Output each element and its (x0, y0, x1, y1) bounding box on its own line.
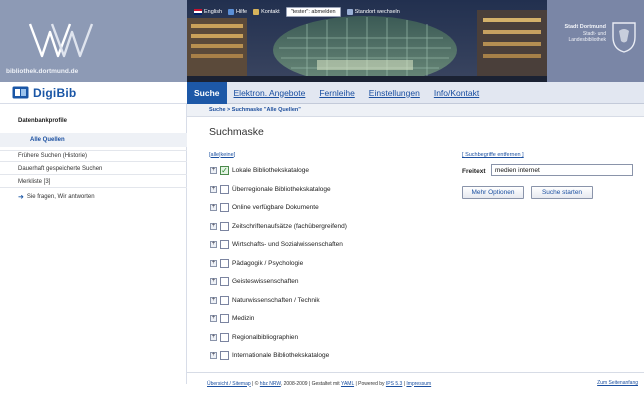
source-label: Naturwissenschaften / Technik (232, 296, 320, 304)
page-footer: Übersicht / Sitemap | © hbz NRW, 2008-20… (187, 372, 644, 394)
select-all-none: [alle|keine] (209, 152, 236, 158)
arrow-right-icon: ➜ (18, 194, 24, 201)
source-label: Internationale Bibliothekskataloge (232, 352, 330, 359)
source-row: + Geisteswissenschaften (210, 275, 298, 288)
help-icon (228, 9, 235, 15)
source-row: + Online verfügbare Dokumente (210, 201, 319, 214)
footer-text: Übersicht / Sitemap | © hbz NRW, 2008-20… (207, 380, 432, 387)
ips-link[interactable]: IPS 5.3 (386, 381, 402, 387)
source-row: + Wirtschafts- und Sozialwissenschaften (210, 238, 343, 251)
sidebar-item-alle-quellen[interactable]: Alle Quellen (0, 133, 187, 147)
source-row: + Pädagogik / Psychologie (210, 257, 303, 270)
source-label: Geisteswissenschaften (232, 278, 299, 285)
source-checkbox[interactable] (220, 314, 229, 323)
source-row: + Naturwissenschaften / Technik (210, 294, 320, 307)
source-label: Medizin (232, 315, 255, 322)
freitext-label: Freitext (462, 168, 486, 175)
tab-elektron-angebote[interactable]: Elektron. Angebote (227, 82, 313, 104)
city-panel: Stadt Dortmund Stadt- und Landesbiblioth… (547, 0, 644, 82)
expand-plus-icon[interactable]: + (210, 222, 217, 230)
library-logo-icon (28, 23, 94, 58)
expand-plus-icon[interactable]: + (210, 185, 217, 193)
brand-url[interactable]: bibliothek.dortmund.de (6, 68, 78, 75)
expand-plus-icon[interactable]: + (210, 241, 217, 248)
contact-link[interactable]: Kontakt (253, 9, 280, 15)
expand-plus-icon[interactable]: + (210, 333, 217, 341)
tab-suche[interactable]: Suche (187, 81, 227, 104)
main-content: Suchmaske [alle|keine] + ✓ Lokale Biblioth… (187, 117, 644, 382)
hbz-link[interactable]: hbz NRW (260, 381, 281, 387)
source-label: Überregionale Bibliothekskataloge (232, 185, 331, 193)
page-header: bibliothek.dortmund.de Stadt Dortmund St… (0, 0, 644, 82)
contact-icon (253, 9, 260, 15)
source-checkbox[interactable] (220, 295, 229, 305)
more-options-button[interactable]: Mehr Optionen (462, 186, 524, 199)
location-icon (346, 9, 353, 15)
tab-einstellungen[interactable]: Einstellungen (362, 82, 427, 104)
tab-fernleihe[interactable]: Fernleihe (312, 82, 361, 104)
start-search-button[interactable]: Suche starten (531, 186, 593, 199)
expand-plus-icon[interactable]: + (210, 278, 217, 285)
logout-button[interactable]: "tester": abmelden (285, 7, 341, 17)
city-crest-icon (612, 22, 636, 53)
breadcrumb: Suche > Suchmaske "Alle Quellen" (187, 104, 644, 117)
app-title: DigiBib (33, 85, 77, 100)
source-label: Online verfügbare Dokumente (232, 204, 319, 211)
expand-plus-icon[interactable]: + (210, 167, 217, 174)
change-location-link[interactable]: Standort wechseln (346, 9, 400, 15)
app-title-bar: DigiBib (0, 82, 187, 104)
digibib-logo-icon (12, 86, 29, 99)
source-checkbox[interactable] (220, 351, 229, 360)
source-label: Zeitschriftenaufsätze (fachübergreifend) (232, 222, 347, 230)
yaml-link[interactable]: YAML (341, 381, 354, 387)
city-name: Stadt Dortmund Stadt- und Landesbiblioth… (564, 24, 606, 43)
sidebar-heading-profiles: Datenbankprofile (18, 118, 68, 124)
source-checkbox[interactable] (220, 221, 229, 231)
impressum-link[interactable]: Impressum (406, 381, 431, 387)
help-link[interactable]: Hilfe (228, 9, 247, 15)
expand-plus-icon[interactable]: + (210, 296, 217, 304)
select-none-link[interactable]: keine (221, 152, 234, 158)
source-row: + ✓ Lokale Bibliothekskataloge (210, 164, 309, 177)
language-english-link[interactable]: English (194, 9, 222, 15)
sidebar-item-saved-searches[interactable]: Dauerhaft gespeicherte Suchen (0, 163, 187, 175)
source-label: Lokale Bibliothekskataloge (232, 167, 309, 174)
sidebar-item-merkliste[interactable]: Merkliste [3] (0, 176, 187, 188)
source-row: + Überregionale Bibliothekskataloge (210, 183, 331, 196)
source-row: + Zeitschriftenaufsätze (fachübergreifend… (210, 220, 347, 233)
sidebar-feedback-link[interactable]: ➜ Sie fragen, Wir antworten (0, 193, 187, 201)
source-label: Regionalbibliographien (232, 333, 299, 341)
expand-plus-icon[interactable]: + (210, 315, 217, 322)
tab-info-kontakt[interactable]: Info/Kontakt (427, 82, 486, 104)
to-top-link[interactable]: Zum Seitenanfang (597, 380, 638, 386)
uk-flag-icon (194, 9, 202, 15)
sidebar-item-history[interactable]: Frühere Suchen (Historie) (0, 150, 187, 162)
select-all-link[interactable]: alle (211, 152, 220, 158)
source-row: + Regionalbibliographien (210, 331, 298, 344)
clear-terms-link[interactable]: [ Suchbegriffe entfernen ] (462, 152, 524, 158)
expand-plus-icon[interactable]: + (210, 204, 217, 211)
top-utility-bar: English Hilfe Kontakt "tester": abmelden… (194, 6, 400, 18)
source-checkbox[interactable] (220, 277, 229, 286)
page-title: Suchmaske (209, 126, 264, 138)
freitext-input[interactable] (491, 164, 633, 176)
source-checkbox[interactable] (220, 332, 229, 342)
sidebar: Datenbankprofile Alle Quellen Frühere Su… (0, 104, 187, 384)
source-checkbox[interactable] (220, 203, 229, 212)
source-checkbox[interactable] (220, 240, 229, 249)
source-checkbox[interactable] (220, 258, 229, 268)
source-label: Wirtschafts- und Sozialwissenschaften (232, 241, 343, 248)
sitemap-link[interactable]: Übersicht / Sitemap (207, 381, 251, 387)
source-checkbox[interactable] (220, 184, 229, 194)
expand-plus-icon[interactable]: + (210, 259, 217, 267)
brand-panel: bibliothek.dortmund.de (0, 0, 187, 82)
source-row: + Medizin (210, 312, 254, 325)
source-row: + Internationale Bibliothekskataloge (210, 349, 329, 362)
source-label: Pädagogik / Psychologie (232, 259, 304, 267)
expand-plus-icon[interactable]: + (210, 352, 217, 359)
main-tabs: Suche Elektron. Angebote Fernleihe Einst… (187, 81, 644, 104)
source-checkbox[interactable]: ✓ (220, 166, 229, 175)
